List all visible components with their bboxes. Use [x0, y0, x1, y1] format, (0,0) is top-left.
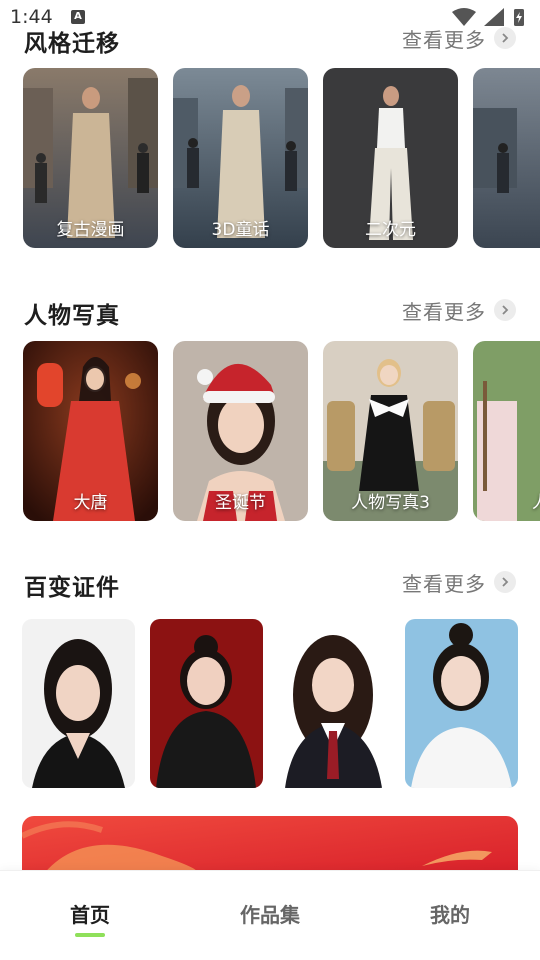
portrait-row: 大唐 圣诞节 人物写真3	[0, 341, 540, 521]
nav-mine[interactable]: 我的	[390, 899, 510, 928]
status-bar: 1:44 A	[0, 0, 540, 36]
style-card-partial[interactable]	[473, 68, 540, 248]
portrait-card-christmas[interactable]: 圣诞节	[173, 341, 308, 521]
id-photo-card-blue[interactable]	[405, 619, 518, 788]
promo-banner[interactable]	[22, 816, 518, 876]
id-photo-image	[277, 619, 390, 788]
portrait-card-tang[interactable]: 大唐	[23, 341, 158, 521]
card-label: 人物写真3	[351, 493, 430, 513]
style-card-3d-fairytale[interactable]: 3D童话	[173, 68, 308, 248]
style-card-image	[473, 68, 540, 248]
card-label: 复古漫画	[56, 220, 125, 240]
section-title: 百变证件	[24, 575, 120, 601]
id-photo-image	[22, 619, 135, 788]
card-label: 3D童话	[211, 220, 270, 240]
notification-icon: A	[71, 10, 85, 24]
card-label: 圣诞节	[215, 493, 266, 513]
view-more-label: 查看更多	[402, 299, 486, 324]
card-label: 二次元	[365, 220, 416, 240]
section-header-portrait: 人物写真 查看更多	[0, 292, 540, 332]
wifi-icon	[452, 8, 476, 26]
nav-active-indicator	[75, 933, 105, 937]
id-photo-card-school[interactable]	[277, 619, 390, 788]
id-photo-row	[0, 619, 540, 789]
chevron-right-icon	[494, 299, 516, 321]
nav-home[interactable]: 首页	[30, 899, 150, 928]
portrait-card-3[interactable]: 人物写真3	[323, 341, 458, 521]
signal-icon	[484, 8, 504, 26]
id-photo-card-red[interactable]	[150, 619, 263, 788]
view-more-label: 查看更多	[402, 571, 486, 596]
style-transfer-row: 复古漫画 3D童话 二次元	[0, 68, 540, 248]
status-icons	[452, 8, 524, 26]
banner-image	[22, 816, 518, 876]
id-photo-image	[150, 619, 263, 788]
status-time: 1:44	[10, 6, 53, 28]
chevron-right-icon	[494, 571, 516, 593]
section-header-id-photo: 百变证件 查看更多	[0, 564, 540, 604]
view-more-button[interactable]: 查看更多	[402, 568, 516, 596]
nav-works[interactable]: 作品集	[210, 899, 330, 928]
style-card-anime[interactable]: 二次元	[323, 68, 458, 248]
bottom-nav: 首页 作品集 我的	[0, 870, 540, 960]
id-photo-card-white[interactable]	[22, 619, 135, 788]
style-card-retro-comic[interactable]: 复古漫画	[23, 68, 158, 248]
card-label: 人	[473, 488, 540, 513]
card-label: 大唐	[73, 493, 108, 513]
id-photo-image	[405, 619, 518, 788]
portrait-card-partial[interactable]: 人	[473, 341, 540, 521]
view-more-button[interactable]: 查看更多	[402, 296, 516, 324]
section-title: 人物写真	[24, 303, 120, 329]
